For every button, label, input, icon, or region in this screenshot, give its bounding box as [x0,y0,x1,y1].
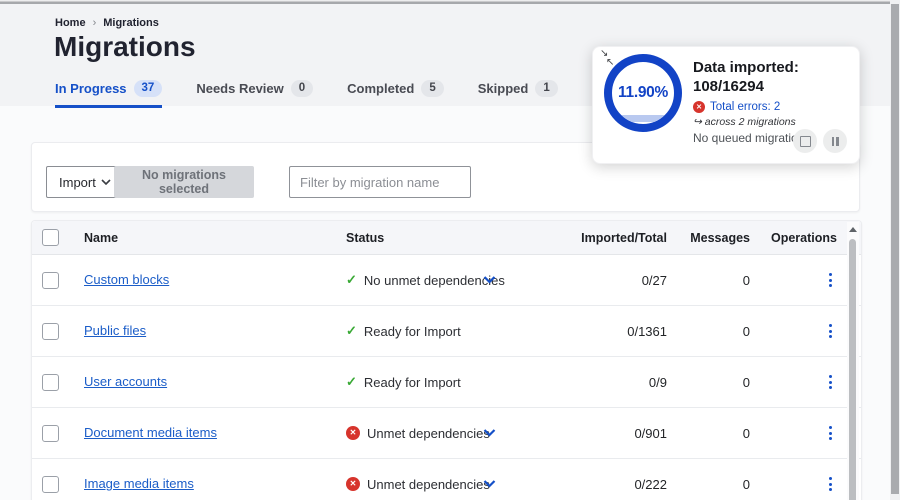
status-text: Ready for Import [363,374,461,390]
tab-label: Skipped [477,81,529,96]
total-errors-link[interactable]: Total errors: 2 [710,101,780,113]
scroll-up-arrow-icon[interactable] [849,227,857,232]
tab-label: Completed [347,81,415,96]
messages-count: 0 [742,425,750,441]
status-text: Unmet dependencies [367,476,490,492]
chevron-down-icon[interactable] [483,429,496,437]
column-header-messages: Messages [690,230,750,245]
check-icon: ✓ [346,374,357,389]
table-row: Document media items ✕ Unmet dependencie… [32,408,861,459]
row-checkbox[interactable] [42,322,59,340]
chevron-down-icon [101,179,111,185]
breadcrumb-current: Migrations [103,17,159,29]
table-scrollbar[interactable] [847,222,859,500]
import-dropdown-button[interactable]: Import [46,166,122,198]
tab-in-progress[interactable]: In Progress 37 [55,80,163,108]
progress-ring: 11.90% [604,54,682,132]
table-scrollbar-thumb[interactable] [849,239,856,500]
filter-migrations-input[interactable] [289,166,471,198]
imported-total-value: 0/27 [641,272,667,288]
progress-summary-card: ↘ ↖ 11.90% Data imported: 108/16294 ✕ To… [592,46,860,164]
messages-count: 0 [742,374,750,390]
table-row: Custom blocks ✓ No unmet dependencies 0/… [32,255,861,306]
table-row: User accounts ✓ Ready for Import 0/9 0 [32,357,861,408]
table-row: Image media items ✕ Unmet dependencies 0… [32,459,861,500]
table-row: Public files ✓ Ready for Import 0/1361 0 [32,306,861,357]
imported-total-value: 0/222 [634,476,667,492]
migration-link[interactable]: Public files [84,323,146,338]
total-errors-row: ✕ Total errors: 2 [693,101,851,113]
imported-total-value: 0/901 [634,425,667,441]
tab-count-badge: 0 [290,80,314,97]
operations-kebab-icon[interactable] [826,372,835,392]
tab-count-badge: 5 [421,80,444,97]
status-text: Unmet dependencies [367,425,490,441]
row-checkbox[interactable] [42,424,59,442]
tab-completed[interactable]: Completed 5 [347,80,444,108]
pause-icon [831,136,839,146]
row-checkbox[interactable] [42,373,59,391]
messages-count: 0 [742,272,750,288]
tab-count-badge: 37 [133,80,163,97]
breadcrumb-separator: › [92,17,97,29]
operations-kebab-icon[interactable] [826,270,835,290]
breadcrumb-home-link[interactable]: Home [55,17,86,29]
table-header-row: Name Status Imported/Total Messages Oper… [32,221,861,255]
chevron-down-icon[interactable] [483,276,496,284]
breadcrumb: Home › Migrations [55,17,159,29]
row-checkbox[interactable] [42,271,59,289]
column-header-status: Status [346,230,385,245]
no-migrations-selected-button[interactable]: No migrations selected [114,166,254,198]
data-imported-label: Data imported: [693,59,799,76]
hook-arrow-icon: ↪ [693,116,702,128]
column-header-name: Name [84,230,119,245]
operations-kebab-icon[interactable] [826,474,835,494]
tab-bar: In Progress 37 Needs Review 0 Completed … [55,80,670,108]
across-migrations-text: across 2 migrations [704,116,796,128]
error-icon: ✕ [346,426,360,440]
column-header-imported: Imported/Total [581,230,667,245]
stop-icon [799,135,811,147]
tab-label: In Progress [55,81,127,96]
tab-label: Needs Review [196,81,284,96]
operations-kebab-icon[interactable] [826,321,835,341]
tab-needs-review[interactable]: Needs Review 0 [196,80,314,108]
messages-count: 0 [742,476,750,492]
progress-percent: 11.90% [618,84,668,101]
page-scrollbar[interactable] [890,0,900,500]
data-imported-value: 108/16294 [693,78,764,95]
migration-link[interactable]: Custom blocks [84,272,169,287]
imported-total-value: 0/9 [648,374,667,390]
progress-controls [793,129,847,153]
pause-button[interactable] [823,129,847,153]
import-button-label: Import [59,174,96,190]
migration-link[interactable]: User accounts [84,374,167,389]
row-checkbox[interactable] [42,475,59,493]
migration-link[interactable]: Document media items [84,425,217,440]
migrations-table: Name Status Imported/Total Messages Oper… [31,220,862,500]
operations-kebab-icon[interactable] [826,423,835,443]
check-icon: ✓ [346,323,357,338]
page-scrollbar-thumb[interactable] [891,4,899,494]
error-icon: ✕ [346,477,360,491]
tab-count-badge: 1 [535,80,558,97]
select-all-checkbox[interactable] [42,229,59,246]
imported-total-value: 0/1361 [627,323,667,339]
check-icon: ✓ [346,272,357,287]
migration-link[interactable]: Image media items [84,476,194,491]
messages-count: 0 [742,323,750,339]
migrations-page: Home › Migrations Migrations In Progress… [0,0,900,500]
across-migrations-note: ↪ across 2 migrations [693,116,851,128]
tab-skipped[interactable]: Skipped 1 [478,80,558,108]
page-title: Migrations [54,31,196,62]
stop-button[interactable] [793,129,817,153]
chevron-down-icon[interactable] [483,480,496,488]
error-icon: ✕ [693,101,705,113]
status-text: Ready for Import [363,323,461,339]
column-header-operations: Operations [771,230,837,245]
